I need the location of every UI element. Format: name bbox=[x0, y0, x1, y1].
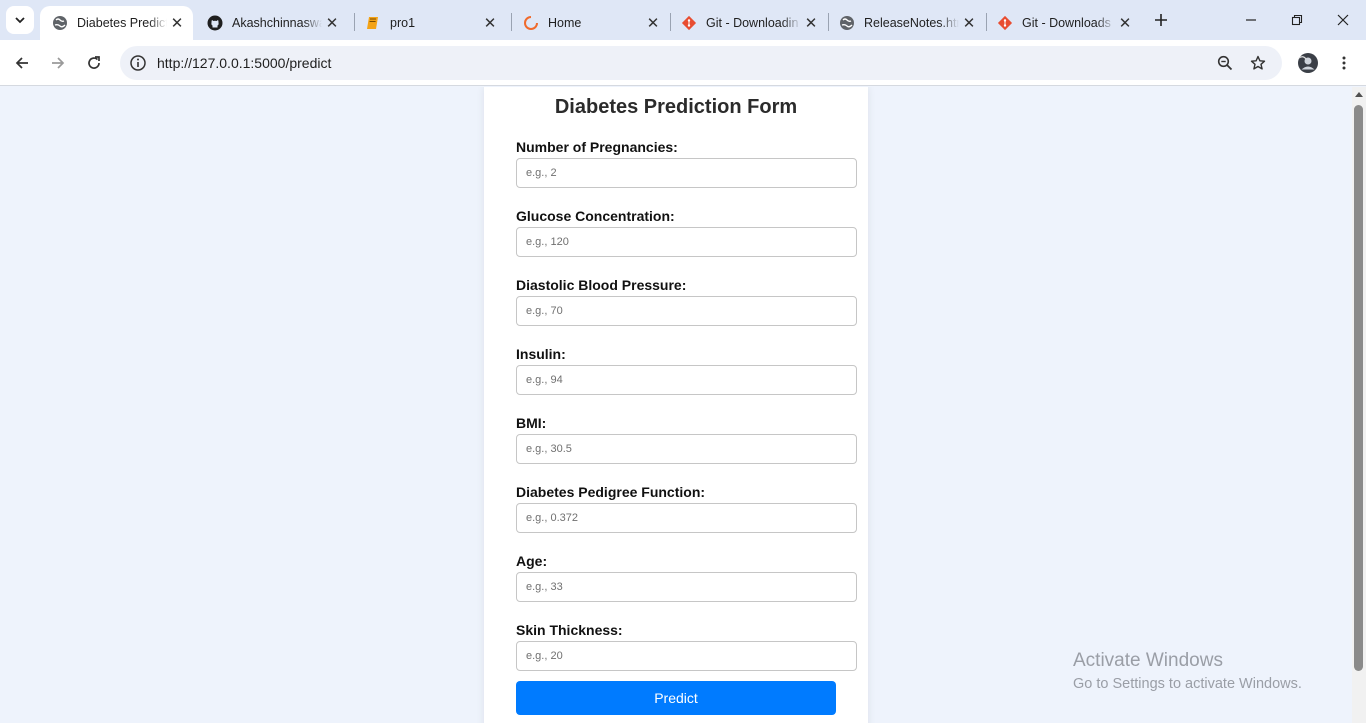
new-tab-button[interactable] bbox=[1150, 9, 1172, 31]
github-icon bbox=[207, 15, 223, 31]
pedigree-label: Diabetes Pedigree Function: bbox=[516, 484, 706, 500]
insulin-input[interactable] bbox=[516, 365, 857, 395]
tab-diabetes-predict[interactable]: Diabetes Predict ✕ bbox=[40, 6, 193, 40]
close-icon[interactable]: ✕ bbox=[643, 13, 663, 33]
scroll-up-icon[interactable] bbox=[1355, 92, 1363, 97]
loading-icon bbox=[523, 15, 539, 31]
url-text[interactable]: http://127.0.0.1:5000/predict bbox=[157, 55, 331, 71]
restore-button[interactable] bbox=[1274, 0, 1320, 40]
avatar bbox=[1298, 53, 1318, 73]
form-title: Diabetes Prediction Form bbox=[554, 96, 798, 118]
age-label: Age: bbox=[516, 553, 548, 569]
chevron-down-icon bbox=[15, 17, 25, 24]
tab-title: Git - Downloadin bbox=[706, 16, 799, 30]
profile-button[interactable] bbox=[1294, 49, 1322, 77]
bookmark-button[interactable] bbox=[1244, 49, 1272, 77]
reload-icon bbox=[88, 56, 100, 69]
minimize-icon bbox=[1246, 19, 1256, 21]
bmi-label: BMI: bbox=[516, 415, 547, 431]
page-viewport: Diabetes Prediction Form Number of Pregn… bbox=[0, 87, 1352, 723]
bmi-input[interactable] bbox=[516, 434, 857, 464]
skin-thickness-input[interactable] bbox=[516, 641, 857, 671]
plus-icon bbox=[1155, 14, 1167, 26]
blood-pressure-input[interactable] bbox=[516, 296, 857, 326]
close-window-button[interactable] bbox=[1320, 0, 1366, 40]
book-icon bbox=[365, 15, 381, 31]
watermark-title: Activate Windows bbox=[1073, 650, 1223, 671]
vertical-scrollbar[interactable] bbox=[1352, 87, 1366, 723]
blood-pressure-label: Diastolic Blood Pressure: bbox=[516, 277, 687, 293]
globe-icon bbox=[839, 15, 855, 31]
tab-title: Home bbox=[548, 16, 582, 30]
tab-git-downloading[interactable]: Git - Downloadin ✕ bbox=[669, 6, 827, 40]
tab-search-button[interactable] bbox=[6, 6, 34, 34]
watermark-subtitle: Go to Settings to activate Windows. bbox=[1073, 676, 1302, 692]
tab-pro1[interactable]: pro1 ✕ bbox=[353, 6, 506, 40]
git-icon bbox=[681, 15, 697, 31]
insulin-label: Insulin: bbox=[516, 346, 566, 362]
star-icon bbox=[1250, 55, 1266, 70]
tab-title: Diabetes Predict bbox=[77, 16, 167, 30]
zoom-out-icon bbox=[1217, 55, 1233, 71]
predict-button[interactable]: Predict bbox=[516, 681, 836, 715]
tab-strip: Diabetes Predict ✕ Akashchinnaswa ✕ pro1… bbox=[0, 0, 1366, 40]
tab-github[interactable]: Akashchinnaswa ✕ bbox=[195, 6, 348, 40]
info-icon[interactable] bbox=[129, 54, 147, 72]
tab-title: pro1 bbox=[390, 16, 416, 30]
more-vertical-icon bbox=[1342, 56, 1346, 70]
pregnancies-label: Number of Pregnancies: bbox=[516, 139, 678, 155]
arrow-left-icon bbox=[15, 57, 28, 69]
minimize-button[interactable] bbox=[1228, 0, 1274, 40]
close-icon[interactable]: ✕ bbox=[1115, 13, 1135, 33]
prediction-form-card: Diabetes Prediction Form Number of Pregn… bbox=[484, 87, 868, 723]
pedigree-input[interactable] bbox=[516, 503, 857, 533]
close-icon[interactable]: ✕ bbox=[480, 13, 500, 33]
close-icon[interactable]: ✕ bbox=[322, 13, 342, 33]
forward-button[interactable] bbox=[44, 49, 72, 77]
restore-icon bbox=[1291, 14, 1303, 26]
close-icon bbox=[1337, 14, 1349, 26]
scrollbar-thumb[interactable] bbox=[1354, 105, 1363, 671]
address-bar[interactable]: http://127.0.0.1:5000/predict bbox=[120, 46, 1282, 80]
tab-home[interactable]: Home ✕ bbox=[511, 6, 669, 40]
activate-windows-watermark: Activate Windows Go to Settings to activ… bbox=[1073, 650, 1302, 692]
close-icon[interactable]: ✕ bbox=[167, 13, 187, 33]
git-icon bbox=[997, 15, 1013, 31]
tab-title: Akashchinnaswa bbox=[232, 16, 322, 30]
zoom-button[interactable] bbox=[1211, 49, 1239, 77]
globe-icon bbox=[52, 15, 68, 31]
age-input[interactable] bbox=[516, 572, 857, 602]
close-icon[interactable]: ✕ bbox=[959, 13, 979, 33]
tab-title: ReleaseNotes.htm bbox=[864, 16, 959, 30]
browser-menu-button[interactable] bbox=[1330, 49, 1358, 77]
pregnancies-input[interactable] bbox=[516, 158, 857, 188]
tab-git-downloads[interactable]: Git - Downloads ✕ bbox=[985, 6, 1141, 40]
skin-thickness-label: Skin Thickness: bbox=[516, 622, 623, 638]
browser-toolbar: http://127.0.0.1:5000/predict bbox=[0, 40, 1366, 86]
tab-release-notes[interactable]: ReleaseNotes.htm ✕ bbox=[827, 6, 985, 40]
glucose-label: Glucose Concentration: bbox=[516, 208, 675, 224]
close-icon[interactable]: ✕ bbox=[801, 13, 821, 33]
reload-button[interactable] bbox=[80, 49, 108, 77]
arrow-right-icon bbox=[52, 57, 65, 69]
back-button[interactable] bbox=[8, 49, 36, 77]
tab-title: Git - Downloads bbox=[1022, 16, 1111, 30]
glucose-input[interactable] bbox=[516, 227, 857, 257]
